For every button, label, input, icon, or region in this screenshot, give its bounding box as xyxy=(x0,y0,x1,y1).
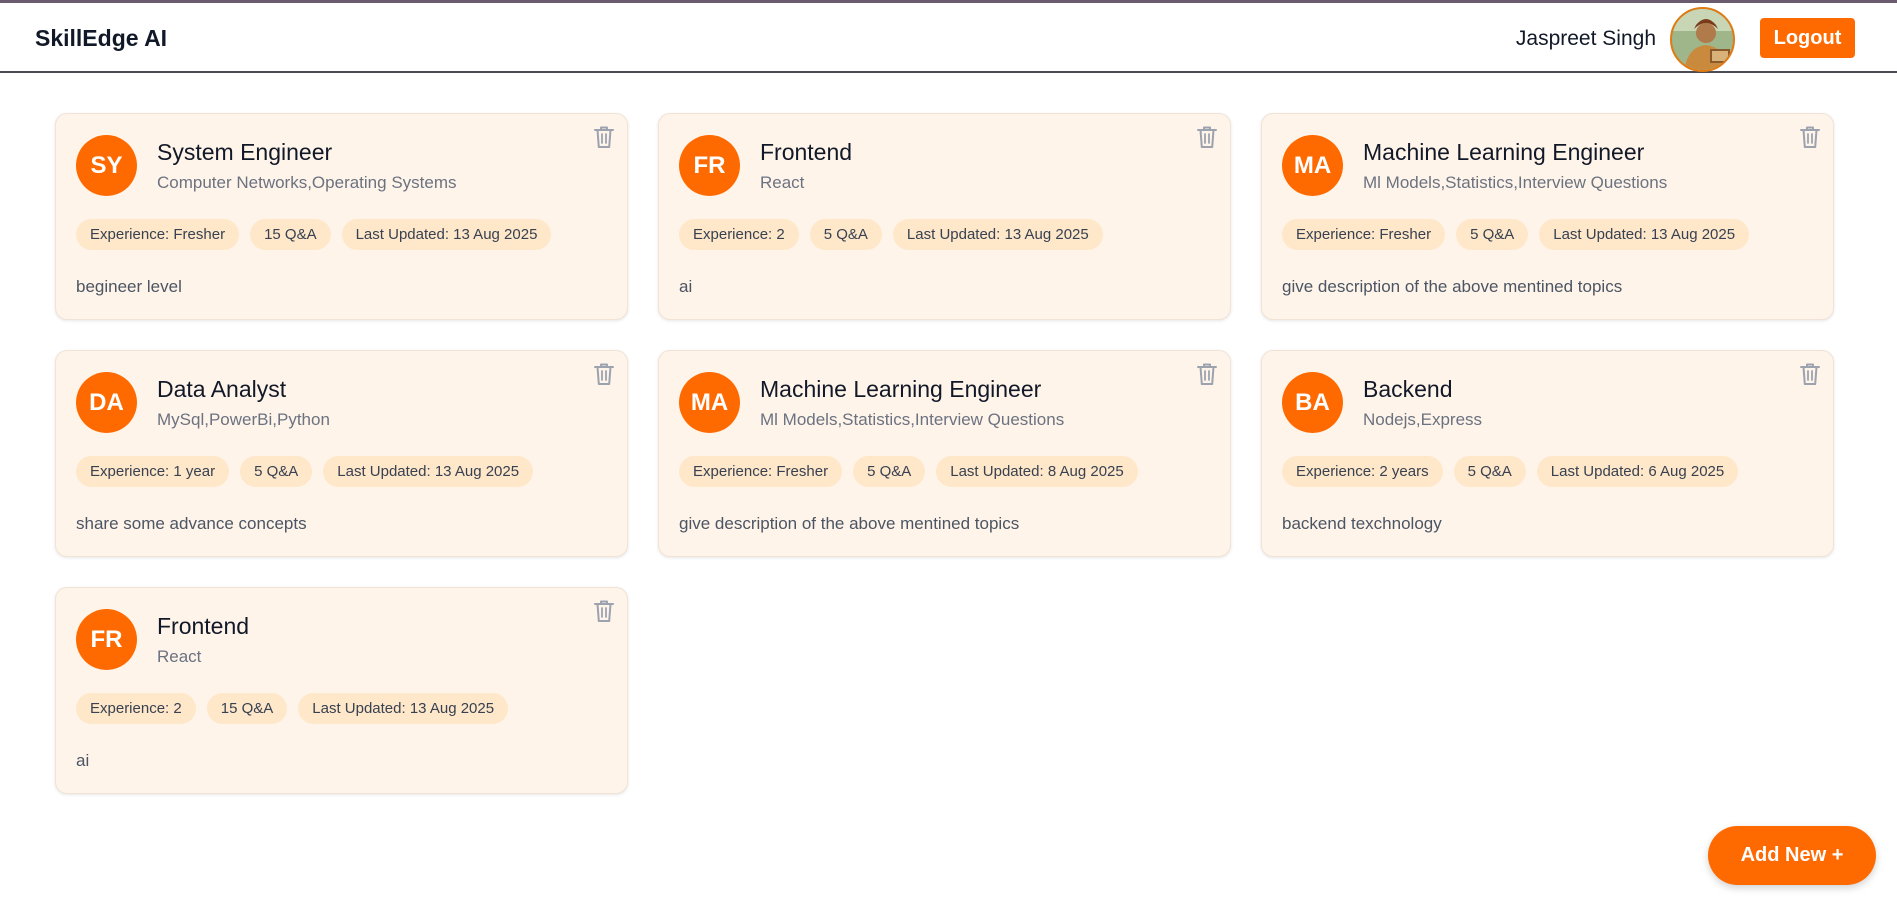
session-topics: Nodejs,Express xyxy=(1363,410,1483,429)
experience-tag: Experience: Fresher xyxy=(679,456,843,487)
logout-button[interactable]: Logout xyxy=(1760,18,1855,58)
session-description: give description of the above mentined t… xyxy=(679,514,1020,533)
last-updated-tag: Last Updated: 13 Aug 2025 xyxy=(1539,219,1750,250)
session-card[interactable]: MA Machine Learning Engineer Ml Models,S… xyxy=(1261,113,1834,320)
session-topics: MySql,PowerBi,Python xyxy=(157,410,330,429)
experience-tag: Experience: 2 xyxy=(679,219,799,250)
session-description: backend texchnology xyxy=(1282,514,1442,533)
session-tags: Experience: 2 5 Q&A Last Updated: 13 Aug… xyxy=(679,219,1103,250)
session-tags: Experience: Fresher 5 Q&A Last Updated: … xyxy=(679,456,1138,487)
experience-tag: Experience: Fresher xyxy=(76,219,240,250)
brand-logo[interactable]: SkillEdge AI xyxy=(35,25,167,52)
experience-tag: Experience: Fresher xyxy=(1282,219,1446,250)
qa-count-tag: 5 Q&A xyxy=(1456,219,1529,250)
delete-button[interactable] xyxy=(591,361,617,387)
add-new-button[interactable]: Add New + xyxy=(1708,826,1876,885)
delete-button[interactable] xyxy=(1797,124,1823,150)
last-updated-tag: Last Updated: 8 Aug 2025 xyxy=(936,456,1138,487)
session-initials: DA xyxy=(76,372,137,433)
session-topics: Ml Models,Statistics,Interview Questions xyxy=(760,410,1065,429)
qa-count-tag: 15 Q&A xyxy=(206,693,288,724)
session-initials: MA xyxy=(679,372,740,433)
trash-icon xyxy=(594,600,614,622)
user-name: Jaspreet Singh xyxy=(1515,27,1656,50)
trash-icon xyxy=(594,126,614,148)
session-card[interactable]: BA Backend Nodejs,Express Experience: 2 … xyxy=(1261,350,1834,557)
trash-icon xyxy=(594,363,614,385)
qa-count-tag: 5 Q&A xyxy=(1453,456,1526,487)
delete-button[interactable] xyxy=(1194,361,1220,387)
user-avatar[interactable] xyxy=(1670,7,1735,72)
session-title: Frontend xyxy=(760,139,853,165)
session-card[interactable]: DA Data Analyst MySql,PowerBi,Python Exp… xyxy=(55,350,628,557)
session-initials: MA xyxy=(1282,135,1343,196)
last-updated-tag: Last Updated: 13 Aug 2025 xyxy=(341,219,552,250)
session-initials: SY xyxy=(76,135,137,196)
avatar-photo xyxy=(1672,9,1733,70)
session-grid: SY System Engineer Computer Networks,Ope… xyxy=(55,113,1834,794)
trash-icon xyxy=(1800,363,1820,385)
experience-tag: Experience: 1 year xyxy=(76,456,230,487)
navbar: SkillEdge AI Jaspreet Singh Logout xyxy=(0,3,1897,73)
session-title: System Engineer xyxy=(157,139,333,165)
session-description: give description of the above mentined t… xyxy=(1282,277,1623,296)
session-tags: Experience: 2 years 5 Q&A Last Updated: … xyxy=(1282,456,1739,487)
session-topics: React xyxy=(760,173,805,192)
experience-tag: Experience: 2 xyxy=(76,693,196,724)
session-description: begineer level xyxy=(76,277,182,296)
last-updated-tag: Last Updated: 13 Aug 2025 xyxy=(892,219,1103,250)
delete-button[interactable] xyxy=(591,124,617,150)
last-updated-tag: Last Updated: 6 Aug 2025 xyxy=(1536,456,1739,487)
session-initials: BA xyxy=(1282,372,1343,433)
session-title: Machine Learning Engineer xyxy=(760,376,1042,402)
experience-tag: Experience: 2 years xyxy=(1282,456,1443,487)
trash-icon xyxy=(1197,126,1217,148)
session-tags: Experience: Fresher 15 Q&A Last Updated:… xyxy=(76,219,552,250)
trash-icon xyxy=(1800,126,1820,148)
session-tags: Experience: 1 year 5 Q&A Last Updated: 1… xyxy=(76,456,534,487)
session-card[interactable]: FR Frontend React Experience: 2 5 Q&A La… xyxy=(658,113,1231,320)
session-tags: Experience: Fresher 5 Q&A Last Updated: … xyxy=(1282,219,1750,250)
session-initials: FR xyxy=(679,135,740,196)
session-description: share some advance concepts xyxy=(76,514,307,533)
session-topics: Computer Networks,Operating Systems xyxy=(157,173,457,192)
qa-count-tag: 5 Q&A xyxy=(240,456,313,487)
qa-count-tag: 5 Q&A xyxy=(809,219,882,250)
qa-count-tag: 5 Q&A xyxy=(853,456,926,487)
session-topics: React xyxy=(157,647,202,666)
delete-button[interactable] xyxy=(1194,124,1220,150)
delete-button[interactable] xyxy=(1797,361,1823,387)
delete-button[interactable] xyxy=(591,598,617,624)
session-title: Frontend xyxy=(157,613,250,639)
session-title: Machine Learning Engineer xyxy=(1363,139,1645,165)
session-title: Backend xyxy=(1363,376,1453,402)
last-updated-tag: Last Updated: 13 Aug 2025 xyxy=(323,456,534,487)
session-description: ai xyxy=(679,277,693,296)
session-topics: Ml Models,Statistics,Interview Questions xyxy=(1363,173,1668,192)
last-updated-tag: Last Updated: 13 Aug 2025 xyxy=(298,693,509,724)
trash-icon xyxy=(1197,363,1217,385)
session-title: Data Analyst xyxy=(157,376,287,402)
session-card[interactable]: MA Machine Learning Engineer Ml Models,S… xyxy=(658,350,1231,557)
session-card[interactable]: FR Frontend React Experience: 2 15 Q&A L… xyxy=(55,587,628,794)
session-description: ai xyxy=(76,751,90,770)
qa-count-tag: 15 Q&A xyxy=(250,219,331,250)
session-tags: Experience: 2 15 Q&A Last Updated: 13 Au… xyxy=(76,693,509,724)
session-initials: FR xyxy=(76,609,137,670)
session-card[interactable]: SY System Engineer Computer Networks,Ope… xyxy=(55,113,628,320)
